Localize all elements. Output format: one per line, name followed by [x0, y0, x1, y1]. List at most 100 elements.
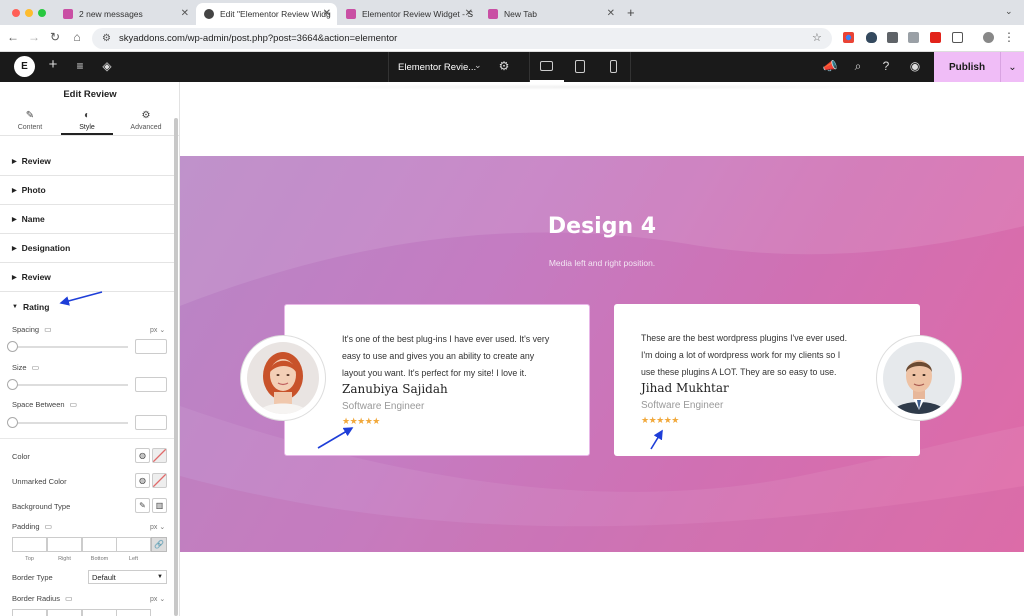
close-tab-icon[interactable]: ✕ — [607, 8, 615, 19]
section-review-text[interactable]: ▶ Review — [0, 263, 176, 292]
close-tab-icon[interactable]: ✕ — [323, 8, 331, 19]
radius-top-input[interactable] — [12, 609, 47, 616]
desktop-icon[interactable]: ▭ — [45, 522, 53, 531]
man-portrait-image — [883, 342, 955, 414]
slider-handle[interactable] — [7, 341, 18, 352]
desktop-icon[interactable]: ▭ — [44, 325, 52, 334]
padding-side-label: Left — [128, 556, 139, 562]
size-slider[interactable] — [12, 384, 128, 386]
tablet-icon[interactable] — [575, 60, 585, 73]
radius-right-input[interactable] — [47, 609, 82, 616]
size-label: Size ▭ — [12, 363, 39, 372]
unmarked-color-picker[interactable] — [152, 473, 167, 488]
section-photo[interactable]: ▶ Photo — [0, 176, 176, 205]
spacing-slider[interactable] — [12, 346, 128, 348]
color-picker[interactable] — [152, 448, 167, 463]
space-between-input[interactable] — [135, 415, 167, 430]
notifications-megaphone-icon[interactable]: 📣 — [822, 59, 838, 73]
desktop-icon[interactable]: ▭ — [65, 594, 73, 603]
caret-down-icon: ▼ — [12, 303, 18, 310]
review-card[interactable]: It's one of the best plug-ins I have eve… — [284, 304, 590, 456]
section-review[interactable]: ▶ Review — [0, 147, 176, 176]
padding-top-input[interactable] — [12, 537, 47, 552]
desktop-icon[interactable]: ▭ — [70, 400, 78, 409]
radius-bottom-input[interactable] — [82, 609, 117, 616]
bookmark-star-icon[interactable]: ☆ — [812, 31, 822, 44]
maximize-window-button[interactable] — [38, 9, 46, 17]
site-settings-sliders-icon[interactable]: ≡ — [72, 59, 88, 73]
size-input[interactable] — [135, 377, 167, 392]
back-arrow-icon[interactable]: ← — [6, 30, 20, 44]
section-designation[interactable]: ▶ Designation — [0, 234, 176, 263]
tab-content[interactable]: ✎ Content — [0, 110, 60, 131]
space-between-slider[interactable] — [12, 422, 128, 424]
profile-avatar[interactable] — [983, 32, 994, 43]
classic-brush-icon[interactable]: ✎ — [135, 498, 150, 513]
global-colors-icon[interactable]: ◍ — [135, 473, 150, 488]
padding-left-input[interactable] — [116, 537, 151, 552]
section-name[interactable]: ▶ Name — [0, 205, 176, 234]
preview-eye-icon[interactable]: ◉ — [907, 59, 923, 73]
section-heading: Design 4 — [547, 214, 657, 239]
structure-layers-icon[interactable]: ◈ — [99, 59, 115, 73]
site-favicon-icon — [346, 9, 356, 19]
browser-tab[interactable]: 2 new messages ✕ — [55, 3, 195, 25]
review-card[interactable]: These are the best wordpress plugins I'v… — [614, 304, 920, 456]
new-tab-button[interactable]: + — [627, 5, 635, 20]
extensions-puzzle-icon[interactable] — [952, 32, 963, 43]
global-colors-icon[interactable]: ◍ — [135, 448, 150, 463]
close-tab-icon[interactable]: ✕ — [465, 8, 473, 19]
color-label: Color — [12, 452, 30, 461]
tab-search-chevron-icon[interactable]: ⌄ — [1005, 6, 1013, 17]
close-tab-icon[interactable]: ✕ — [181, 8, 189, 19]
mobile-icon[interactable] — [610, 60, 617, 73]
add-element-icon[interactable]: + — [45, 56, 61, 73]
reviewer-name: Zanubiya Sajidah — [342, 382, 448, 396]
unit-selector[interactable]: px ⌄ — [150, 523, 165, 531]
spacing-input[interactable] — [135, 339, 167, 354]
home-icon[interactable]: ⌂ — [70, 30, 84, 44]
minimize-window-button[interactable] — [25, 9, 33, 17]
reload-icon[interactable]: ↻ — [48, 30, 62, 44]
publish-button[interactable]: Publish — [934, 52, 1000, 82]
unit-selector[interactable]: px ⌄ — [150, 326, 165, 334]
gradient-icon[interactable]: ▥ — [152, 498, 167, 513]
padding-label: Padding ▭ — [12, 522, 52, 531]
desktop-icon[interactable]: ▭ — [32, 363, 40, 372]
unit-selector[interactable]: px ⌄ — [150, 595, 165, 603]
review-text: These are the best wordpress plugins I'v… — [641, 330, 847, 381]
slider-handle[interactable] — [7, 379, 18, 390]
shield-extension-icon[interactable] — [866, 32, 877, 43]
link-values-icon[interactable]: 🔗 — [151, 537, 167, 552]
extension-icon[interactable] — [930, 32, 941, 43]
search-icon[interactable]: ⌕ — [850, 59, 866, 74]
address-bar[interactable]: ⚙ skyaddons.com/wp-admin/post.php?post=3… — [92, 28, 832, 49]
extension-icon[interactable] — [908, 32, 919, 43]
browser-menu-icon[interactable]: ⋮ — [1002, 30, 1016, 44]
site-settings-icon[interactable]: ⚙ — [102, 33, 111, 44]
elementor-logo-icon[interactable]: E — [14, 56, 35, 77]
tab-style[interactable]: ◐ Style — [57, 110, 117, 131]
section-rating-open[interactable]: ▼ Rating — [0, 292, 176, 321]
browser-tab[interactable]: New Tab ✕ — [480, 3, 621, 25]
browser-tab-active[interactable]: Edit "Elementor Review Widg ✕ — [196, 3, 337, 25]
radius-left-input[interactable] — [116, 609, 151, 616]
padding-bottom-input[interactable] — [82, 537, 117, 552]
slider-handle[interactable] — [7, 417, 18, 428]
forward-arrow-icon[interactable]: → — [27, 30, 41, 44]
publish-options-chevron-icon[interactable]: ⌄ — [1000, 52, 1024, 82]
close-window-button[interactable] — [12, 9, 20, 17]
tab-advanced[interactable]: ⚙ Advanced — [116, 110, 176, 131]
padding-right-input[interactable] — [47, 537, 82, 552]
border-type-select[interactable]: Default ▼ — [88, 570, 167, 584]
translate-extension-icon[interactable] — [887, 32, 898, 43]
help-icon[interactable]: ? — [878, 59, 894, 73]
browser-tab[interactable]: Elementor Review Widget - S ✕ — [338, 3, 479, 25]
desktop-icon[interactable] — [540, 61, 553, 71]
browser-toolbar: ← → ↻ ⌂ ⚙ skyaddons.com/wp-admin/post.ph… — [0, 25, 1024, 52]
panel-scrollbar[interactable] — [174, 118, 178, 616]
page-settings-gear-icon[interactable]: ⚙ — [496, 59, 512, 73]
reviewer-designation: Software Engineer — [342, 401, 425, 412]
extension-icon[interactable] — [843, 32, 854, 43]
review-section-banner[interactable]: Design 4 Media left and right position. … — [180, 156, 1024, 552]
